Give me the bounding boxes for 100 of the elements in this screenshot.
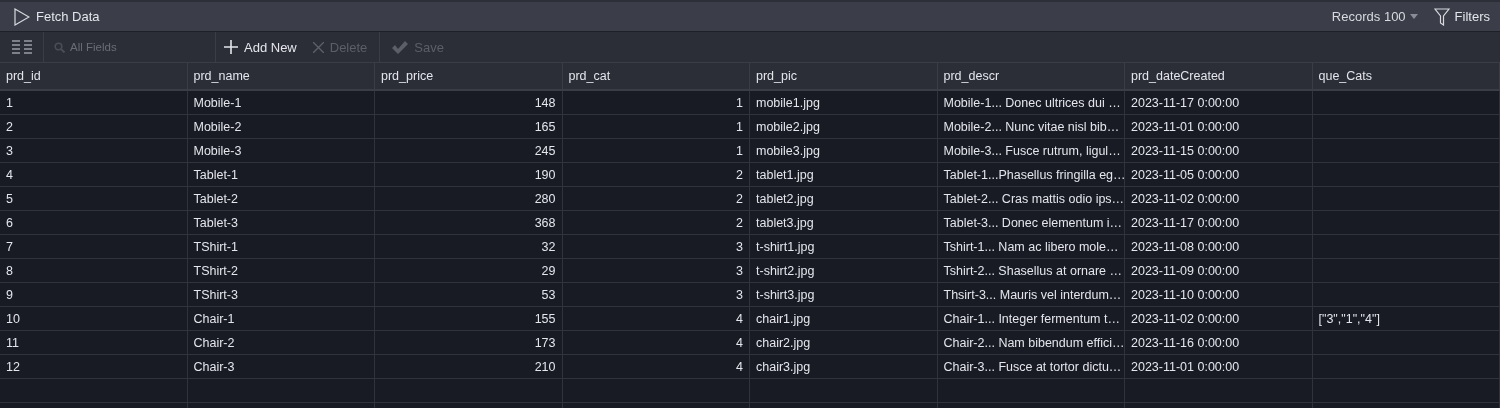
table-cell: 4 xyxy=(562,331,750,355)
table-cell: mobile3.jpg xyxy=(750,139,938,163)
table-cell: 2023-11-16 0:00:00 xyxy=(1125,331,1313,355)
table-cell: mobile1.jpg xyxy=(750,91,938,115)
filter-icon xyxy=(1433,7,1450,26)
table-cell: 1 xyxy=(562,139,750,163)
table-cell: 3 xyxy=(562,235,750,259)
table-cell: t-shirt3.jpg xyxy=(750,283,938,307)
table-cell: 11 xyxy=(0,331,188,355)
table-cell: 4 xyxy=(0,163,188,187)
plus-icon xyxy=(224,40,238,54)
table-cell: 2 xyxy=(562,211,750,235)
table-cell: tablet1.jpg xyxy=(750,163,938,187)
table-cell: 190 xyxy=(375,163,563,187)
table-cell: 2 xyxy=(562,187,750,211)
table-cell: Tshirt-2... Shasellus at ornare … xyxy=(937,259,1125,283)
table-cell: 2023-11-15 0:00:00 xyxy=(1125,139,1313,163)
table-cell: chair3.jpg xyxy=(750,355,938,379)
records-dropdown[interactable]: Records 100 xyxy=(1331,9,1418,24)
table-cell: 165 xyxy=(375,115,563,139)
table-cell: tablet2.jpg xyxy=(750,187,938,211)
play-icon xyxy=(14,7,30,26)
table-cell: chair1.jpg xyxy=(750,307,938,331)
table-cell: 2 xyxy=(562,163,750,187)
table-cell: Tablet-1 xyxy=(187,163,375,187)
table-cell: Mobile-1 xyxy=(187,91,375,115)
table-cell: Chair-1... Integer fermentum t… xyxy=(937,307,1125,331)
table-cell: 12 xyxy=(0,355,188,379)
columns-icon[interactable] xyxy=(11,40,32,54)
column-header[interactable]: que_Cats xyxy=(1312,63,1500,91)
table-cell: mobile2.jpg xyxy=(750,115,938,139)
table-cell: tablet3.jpg xyxy=(750,211,938,235)
table-cell: 3 xyxy=(0,139,188,163)
table-cell: Tablet-1...Phasellus fringilla eg… xyxy=(937,163,1125,187)
table-cell: Tablet-3 xyxy=(187,211,375,235)
table-cell: 8 xyxy=(0,259,188,283)
table-cell: Chair-2... Nam bibendum effici… xyxy=(937,331,1125,355)
table-cell: 29 xyxy=(375,259,563,283)
column-header[interactable]: prd_id xyxy=(0,63,188,91)
table-cell: Mobile-2 xyxy=(187,115,375,139)
table-cell: 4 xyxy=(562,307,750,331)
table-cell: 32 xyxy=(375,235,563,259)
table-cell: 210 xyxy=(375,355,563,379)
table-cell: 2023-11-10 0:00:00 xyxy=(1125,283,1313,307)
table-cell: TShirt-3 xyxy=(187,283,375,307)
table-cell: 2023-11-02 0:00:00 xyxy=(1125,187,1313,211)
table-cell: t-shirt2.jpg xyxy=(750,259,938,283)
table-cell: 368 xyxy=(375,211,563,235)
column-header[interactable]: prd_dateCreated xyxy=(1125,63,1313,91)
table-cell: Mobile-3... Fusce rutrum, ligul… xyxy=(937,139,1125,163)
table-cell: chair2.jpg xyxy=(750,331,938,355)
table-cell: Mobile-2... Nunc vitae nisl bib… xyxy=(937,115,1125,139)
search-icon xyxy=(54,41,65,53)
table-cell: Tablet-3... Donec elementum i… xyxy=(937,211,1125,235)
table-cell: 2023-11-09 0:00:00 xyxy=(1125,259,1313,283)
add-button[interactable]: Add New xyxy=(216,32,305,62)
table-cell: 5 xyxy=(0,187,188,211)
table-cell: 155 xyxy=(375,307,563,331)
table-cell: 7 xyxy=(0,235,188,259)
table-cell: 280 xyxy=(375,187,563,211)
table-cell: TShirt-2 xyxy=(187,259,375,283)
table-cell: 3 xyxy=(562,283,750,307)
table-cell: ["3","1","4"] xyxy=(1312,307,1500,331)
fetch-data-button[interactable]: Fetch Data xyxy=(14,7,100,26)
table-cell: Tablet-2... Cras mattis odio ips… xyxy=(937,187,1125,211)
table-cell: 1 xyxy=(0,91,188,115)
column-header[interactable]: prd_pic xyxy=(750,63,938,91)
table-cell: Tablet-2 xyxy=(187,187,375,211)
table-cell: 4 xyxy=(562,355,750,379)
column-header[interactable]: prd_name xyxy=(187,63,375,91)
table-cell: 3 xyxy=(562,259,750,283)
column-header[interactable]: prd_price xyxy=(375,63,563,91)
checkmark-icon xyxy=(392,40,409,54)
table-cell: t-shirt1.jpg xyxy=(750,235,938,259)
table-cell: 2023-11-17 0:00:00 xyxy=(1125,211,1313,235)
table-cell: 2023-11-02 0:00:00 xyxy=(1125,307,1313,331)
filters-button[interactable]: Filters xyxy=(1433,7,1490,26)
table-cell: 173 xyxy=(375,331,563,355)
table-cell: 9 xyxy=(0,283,188,307)
table-cell: 2 xyxy=(0,115,188,139)
table-cell: 10 xyxy=(0,307,188,331)
table-cell: 148 xyxy=(375,91,563,115)
table-cell: 53 xyxy=(375,283,563,307)
table-cell: 2023-11-01 0:00:00 xyxy=(1125,115,1313,139)
table-cell: Chair-3... Fusce at tortor dictu… xyxy=(937,355,1125,379)
table-cell: Chair-1 xyxy=(187,307,375,331)
table-cell: 2023-11-05 0:00:00 xyxy=(1125,163,1313,187)
table-cell: Mobile-1... Donec ultrices dui … xyxy=(937,91,1125,115)
table-cell: 1 xyxy=(562,115,750,139)
table-cell: Thsirt-3... Mauris vel interdum… xyxy=(937,283,1125,307)
table-cell: 2023-11-01 0:00:00 xyxy=(1125,355,1313,379)
table-cell: 6 xyxy=(0,211,188,235)
column-header[interactable]: prd_cat xyxy=(562,63,750,91)
column-header[interactable]: prd_descr xyxy=(937,63,1125,91)
caret-icon xyxy=(1409,14,1418,19)
close-icon xyxy=(312,41,324,53)
table-cell: 2023-11-17 0:00:00 xyxy=(1125,91,1313,115)
table-cell: Chair-2 xyxy=(187,331,375,355)
search-field[interactable]: All Fields xyxy=(68,40,212,54)
table-cell: 245 xyxy=(375,139,563,163)
